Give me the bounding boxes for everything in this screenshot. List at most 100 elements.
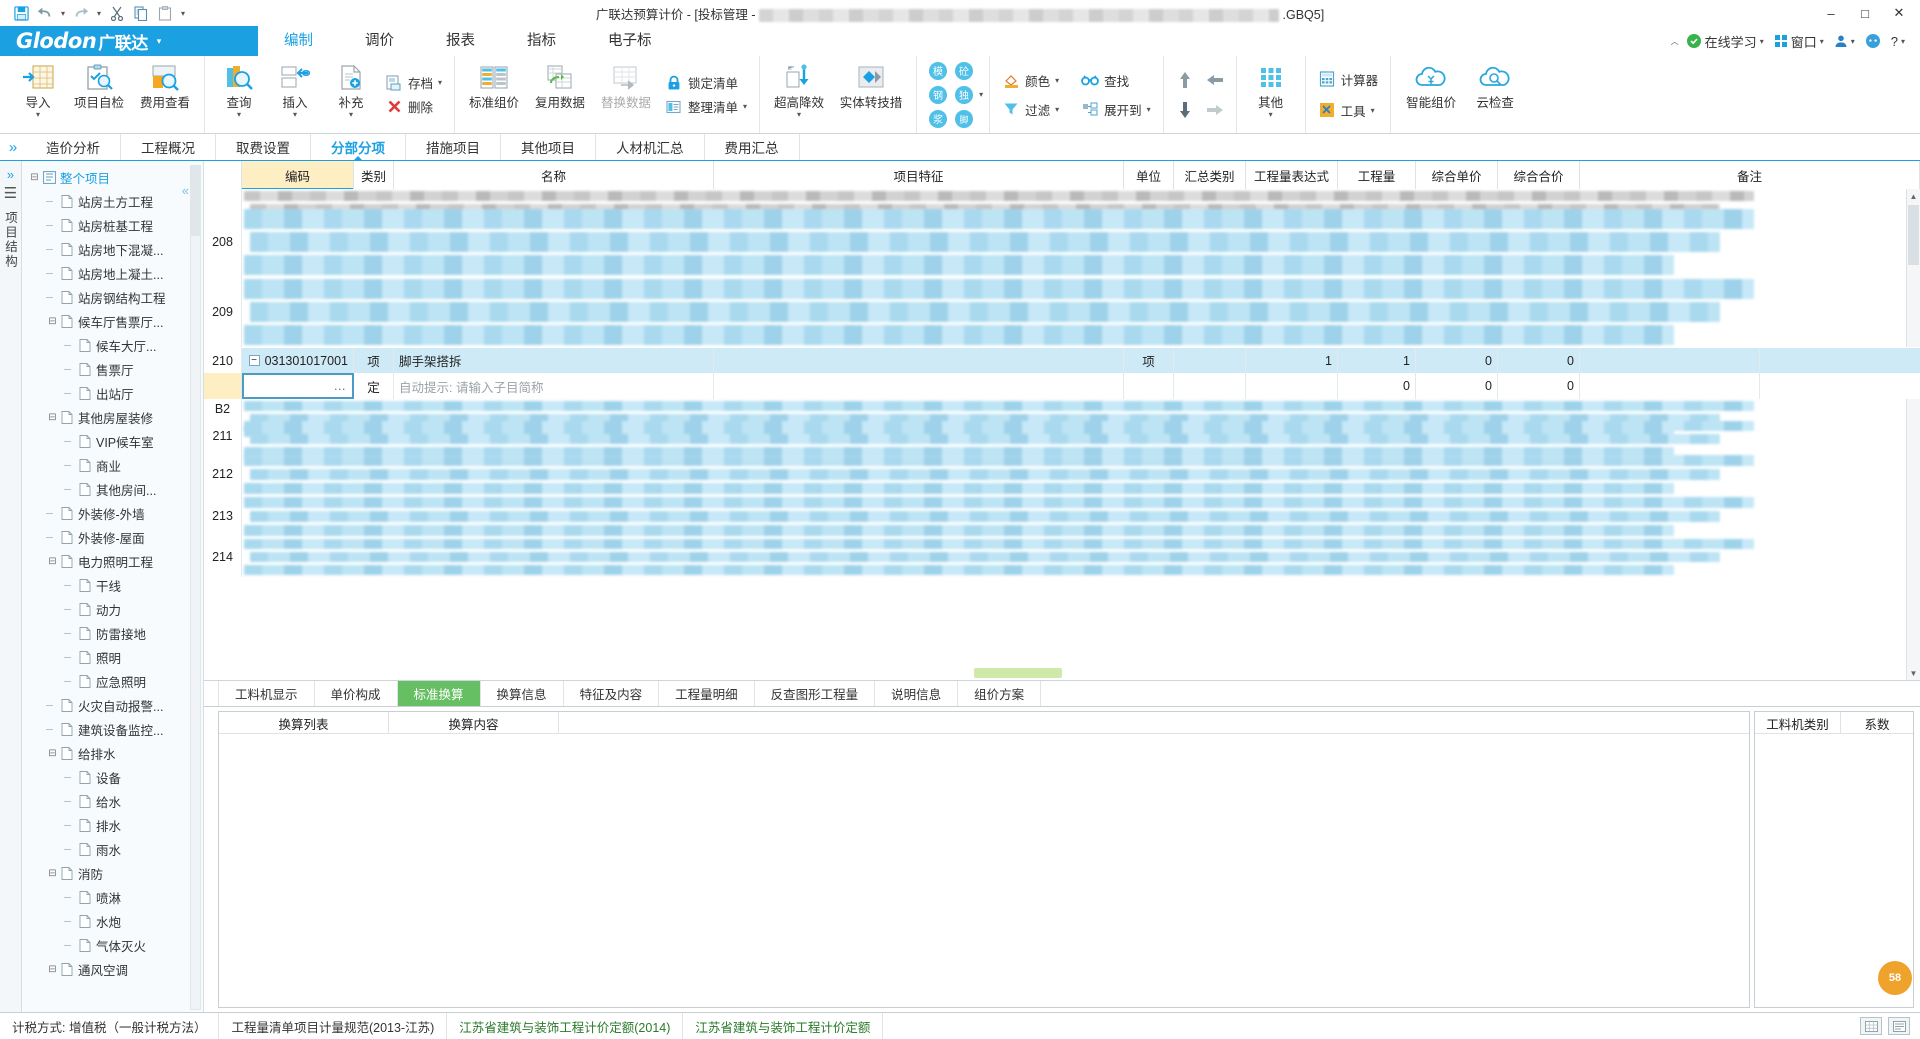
ribbon-button-delete[interactable]: 删除 — [381, 96, 446, 117]
detail-tab-4[interactable]: 特征及内容 — [564, 681, 660, 706]
cell-col-total-price[interactable]: 0 — [1498, 348, 1580, 373]
badge-mo[interactable]: 模 — [925, 59, 951, 83]
tree-node[interactable]: 售票厅 — [22, 357, 203, 381]
name-input-placeholder[interactable]: 自动提示: 请输入子目简称 — [394, 373, 714, 399]
table-row[interactable]: B2 — [204, 399, 1920, 419]
table-row[interactable]: 208 — [204, 207, 1920, 277]
tree-node[interactable]: 喷淋 — [22, 885, 203, 909]
tree-expander-icon[interactable]: ⊟ — [46, 868, 59, 879]
tree-expander-icon[interactable]: ⊟ — [28, 172, 41, 183]
ribbon-button-cloud-check[interactable]: 云检查 — [1465, 56, 1525, 133]
window-menu-caret-icon[interactable]: ▾ — [1820, 37, 1824, 46]
tree-node[interactable]: 气体灭火 — [22, 933, 203, 957]
grid-header-row-number[interactable] — [204, 161, 242, 189]
ribbon-button-supplement[interactable]: 补充 ▾ — [323, 56, 379, 133]
ribbon-button-organize-list[interactable]: 整理清单 ▾ — [661, 96, 751, 117]
tab-other-items[interactable]: 其他项目 — [501, 134, 596, 160]
user-account-button[interactable]: ▾ — [1831, 34, 1858, 48]
cell-col-unit[interactable] — [1124, 373, 1174, 399]
tree-node[interactable]: 其他房间... — [22, 477, 203, 501]
chat-button[interactable] — [1862, 33, 1884, 49]
move-down-button[interactable] — [1170, 95, 1200, 125]
cell-col-unit[interactable]: 项 — [1124, 348, 1174, 373]
tree-node[interactable]: 站房地下混凝... — [22, 237, 203, 261]
query-dropdown-caret-icon[interactable]: ▾ — [237, 111, 241, 119]
tree-node[interactable]: 给水 — [22, 789, 203, 813]
ribbon-button-find[interactable]: 查找 — [1077, 70, 1133, 91]
cell-row-number[interactable]: 210 — [204, 348, 242, 373]
insert-dropdown-caret-icon[interactable]: ▾ — [293, 111, 297, 119]
menu-item-zhibiao[interactable]: 指标 — [501, 26, 582, 56]
badge-du[interactable]: 独 — [951, 83, 977, 107]
badge-jiao[interactable]: 脚 — [951, 107, 977, 131]
move-up-button[interactable] — [1170, 65, 1200, 95]
ribbon-button-query[interactable]: 查询 ▾ — [211, 56, 267, 133]
close-button[interactable]: ✕ — [1882, 1, 1916, 25]
tree-node[interactable]: 商业 — [22, 453, 203, 477]
tree-node[interactable]: 外装修-屋面 — [22, 525, 203, 549]
cell-col-quantity[interactable]: 0 — [1338, 373, 1416, 399]
detail-tab-5[interactable]: 工程量明细 — [659, 681, 755, 706]
cell-col-remark[interactable] — [1580, 348, 1760, 373]
grid-header-col-code[interactable]: 编码 — [242, 161, 354, 189]
grid-drag-marker[interactable] — [974, 668, 1062, 678]
grid-header-col-quantity-expr[interactable]: 工程量表达式 — [1246, 161, 1338, 189]
tab-sub-items[interactable]: 分部分项 — [311, 134, 406, 160]
list-view-icon[interactable] — [1888, 1017, 1910, 1035]
tree-node[interactable]: VIP候车室 — [22, 429, 203, 453]
tab-cost-analysis[interactable]: 造价分析 — [26, 134, 121, 160]
archive-dropdown-caret-icon[interactable]: ▾ — [438, 78, 442, 87]
tree-node[interactable]: 站房桩基工程 — [22, 213, 203, 237]
tree-node[interactable]: 候车大厅... — [22, 333, 203, 357]
ribbon-button-smart-price[interactable]: 智能组价 — [1397, 56, 1465, 133]
cut-icon[interactable] — [106, 2, 128, 24]
copy-icon[interactable] — [130, 2, 152, 24]
tree-expander-icon[interactable]: ⊟ — [46, 316, 59, 327]
cell-col-unit-price[interactable]: 0 — [1416, 348, 1498, 373]
cell-col-quantity-expr[interactable] — [1246, 373, 1338, 399]
undo-dropdown-caret[interactable]: ▾ — [58, 9, 68, 18]
tree-node[interactable]: 火灾自动报警... — [22, 693, 203, 717]
badge-jiang[interactable]: 浆 — [925, 107, 951, 131]
window-menu-button[interactable]: 窗口 ▾ — [1771, 32, 1827, 51]
detail-tab-7[interactable]: 说明信息 — [875, 681, 958, 706]
tree-collapse-icon[interactable]: « — [182, 183, 189, 198]
minimize-button[interactable]: – — [1814, 1, 1848, 25]
table-row[interactable]: 209 — [204, 277, 1920, 347]
ribbon-button-insert[interactable]: 插入 ▾ — [267, 56, 323, 133]
tree-node[interactable]: 防雷接地 — [22, 621, 203, 645]
sidebar-expander-icon[interactable]: » — [0, 134, 26, 160]
ribbon-button-entity-convert[interactable]: 实体转技措 — [832, 56, 910, 133]
import-dropdown-caret-icon[interactable]: ▾ — [36, 111, 40, 119]
cell-col-quantity[interactable]: 1 — [1338, 348, 1416, 373]
help-caret-icon[interactable]: ▾ — [1901, 37, 1905, 46]
tree-expander-icon[interactable]: ⊟ — [46, 964, 59, 975]
redo-icon[interactable] — [70, 2, 92, 24]
grid-header-col-total-price[interactable]: 综合合价 — [1498, 161, 1580, 189]
ribbon-button-standard-price[interactable]: 标准组价 — [461, 56, 527, 133]
cell-col-code[interactable]: −031301017001 — [242, 348, 354, 373]
tree-node[interactable]: 建筑设备监控... — [22, 717, 203, 741]
tree-expander-icon[interactable]: ⊟ — [46, 556, 59, 567]
detail-tab-2[interactable]: 标准换算 — [398, 681, 481, 706]
ribbon-button-fee-view[interactable]: 费用查看 — [132, 56, 198, 133]
cell-col-total-price[interactable]: 0 — [1498, 373, 1580, 399]
table-row[interactable]: 214 — [204, 537, 1920, 577]
tree-node[interactable]: 设备 — [22, 765, 203, 789]
tools-dropdown-caret-icon[interactable]: ▾ — [1371, 106, 1375, 115]
cell-col-feature[interactable] — [714, 373, 1124, 399]
tab-project-overview[interactable]: 工程概况 — [121, 134, 216, 160]
menu-item-bianzhi[interactable]: 编制 — [258, 26, 339, 56]
grid-header-col-unit-price[interactable]: 综合单价 — [1416, 161, 1498, 189]
height-reduce-dropdown-caret-icon[interactable]: ▾ — [797, 111, 801, 119]
brand-caret-icon[interactable]: ▾ — [157, 36, 161, 47]
tree-scrollbar-thumb[interactable] — [191, 166, 200, 236]
left-rail-menu-icon[interactable]: ☰ — [4, 186, 17, 201]
table-row[interactable]: 212 — [204, 453, 1920, 495]
badge-gang[interactable]: 钢 — [925, 83, 951, 107]
tab-labor-material-summary[interactable]: 人材机汇总 — [596, 134, 705, 160]
floating-badge[interactable]: 58 — [1878, 961, 1912, 995]
ribbon-button-archive[interactable]: 存档 ▾ — [381, 72, 446, 93]
tree-node[interactable]: ⊟其他房屋装修 — [22, 405, 203, 429]
tree-node[interactable]: 雨水 — [22, 837, 203, 861]
